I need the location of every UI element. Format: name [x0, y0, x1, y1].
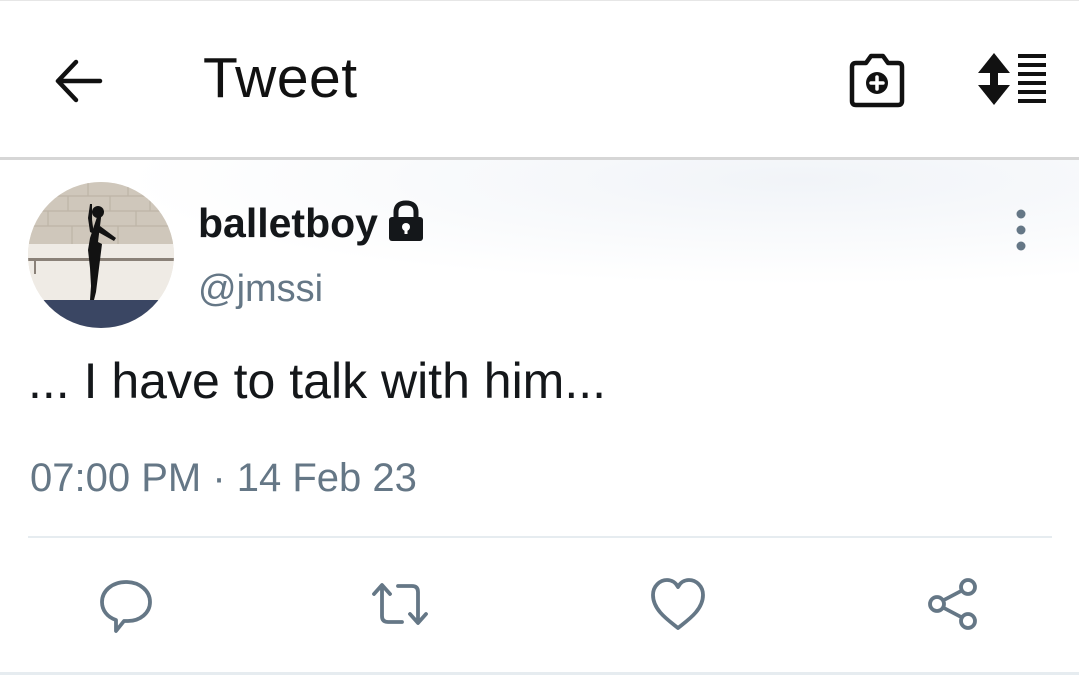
more-options-button[interactable]: [1004, 208, 1038, 252]
sort-list-icon: [978, 53, 1046, 105]
app-bar: Tweet: [0, 0, 1079, 158]
page-title: Tweet: [203, 46, 358, 110]
retweet-icon: [372, 583, 428, 625]
arrow-left-icon: [55, 59, 103, 103]
reply-icon: [100, 580, 152, 633]
tweet-text: ... I have to talk with him...: [28, 353, 607, 409]
lock-icon: [389, 200, 423, 241]
share-button[interactable]: [922, 572, 986, 636]
tweet-timestamp: 07:00 PM · 14 Feb 23: [30, 456, 417, 500]
sort-button[interactable]: [976, 51, 1050, 109]
actions-divider: [28, 536, 1052, 538]
camera-add-icon: [849, 53, 905, 108]
display-name[interactable]: balletboy: [198, 200, 378, 247]
heart-icon: [651, 578, 705, 630]
tweet-detail-screen: Tweet balletboy @jmssi ... I have to tal…: [0, 0, 1079, 675]
reply-button[interactable]: [94, 572, 158, 636]
avatar[interactable]: [28, 182, 174, 328]
retweet-button[interactable]: [368, 572, 432, 636]
like-button[interactable]: [646, 572, 710, 636]
back-button[interactable]: [50, 53, 106, 109]
more-vertical-icon: [1016, 209, 1026, 251]
share-icon: [928, 578, 977, 630]
avatar-photo: [28, 182, 174, 328]
add-photo-button[interactable]: [846, 49, 908, 109]
user-handle[interactable]: @jmssi: [198, 268, 323, 311]
